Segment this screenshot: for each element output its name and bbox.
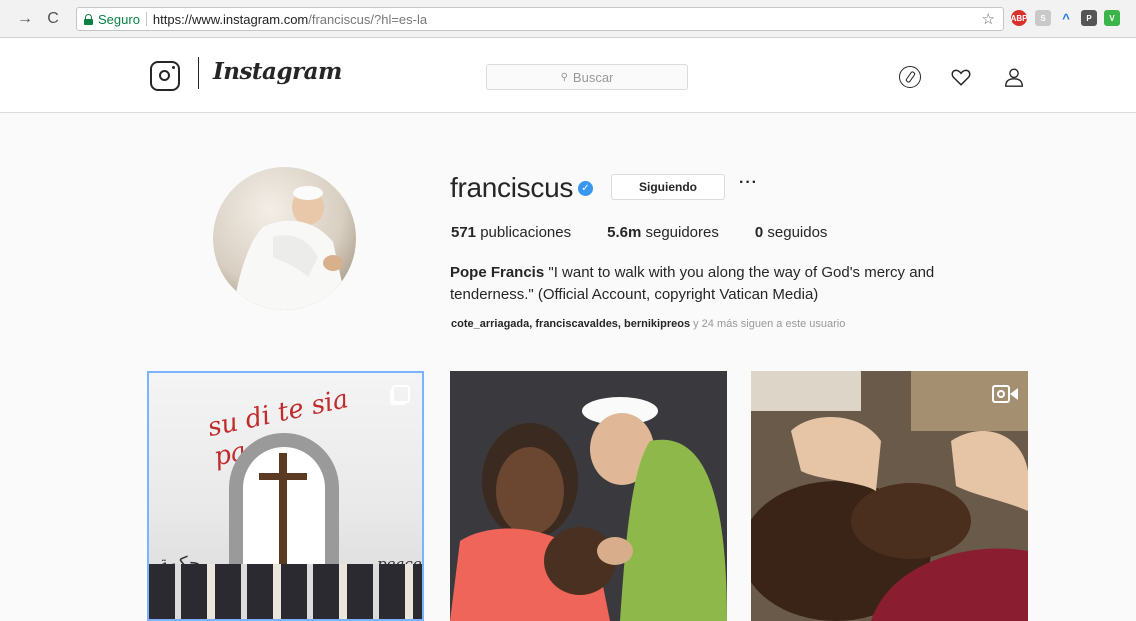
posts-count: 571 (451, 224, 477, 241)
search-placeholder: Buscar (572, 69, 614, 85)
post-thumbnail-1[interactable]: su di te sia pace حكمة peace : (147, 371, 424, 621)
followed-by-line: cote_arriagada, franciscavaldes, berniki… (451, 318, 845, 330)
post-3-photo (751, 371, 1028, 621)
posts-stat: 571 publicaciones (451, 224, 571, 241)
following-stat[interactable]: 0 seguidos (755, 224, 828, 241)
instagram-logo-icon[interactable] (150, 61, 180, 91)
lock-icon (84, 13, 93, 25)
search-input[interactable]: ⚲ Buscar (486, 64, 688, 90)
instagram-wordmark[interactable]: Instagram (213, 58, 342, 85)
address-bar[interactable]: Seguro https://www.instagram.com /franci… (76, 7, 1004, 31)
post-thumbnail-2[interactable] (450, 371, 727, 621)
followers-label: seguidores (645, 224, 719, 241)
reload-icon[interactable]: C (42, 8, 64, 30)
extension-icon-2[interactable]: S (1035, 10, 1051, 26)
followed-by-suffix: y 24 más siguen a este usuario (690, 318, 846, 330)
extension-icon-5[interactable]: V (1104, 10, 1120, 26)
logo-divider (198, 57, 199, 89)
profile-avatar[interactable] (213, 167, 356, 310)
secure-label: Seguro (98, 11, 140, 27)
profile-stats: 571 publicaciones 5.6m seguidores 0 segu… (451, 224, 827, 241)
adblock-extension-icon[interactable]: ABP (1011, 10, 1027, 26)
more-options-button[interactable]: ··· (739, 174, 758, 192)
profile-person-icon[interactable] (1003, 66, 1025, 88)
carousel-icon (392, 385, 410, 403)
address-separator (145, 12, 147, 26)
posts-label: publicaciones (480, 224, 572, 241)
crucifix-shape (279, 453, 287, 573)
url-path: /franciscus/?hl=es-la (308, 11, 428, 27)
following-count: 0 (754, 224, 764, 241)
search-icon: ⚲ (560, 71, 568, 83)
crucifix-bar (259, 473, 307, 480)
extension-icon-3[interactable]: ^ (1058, 10, 1074, 26)
followers-stat[interactable]: 5.6m seguidores (607, 224, 719, 241)
verified-badge-icon: ✓ (578, 181, 593, 196)
activity-heart-icon[interactable] (950, 66, 972, 88)
video-icon (992, 385, 1018, 403)
browser-toolbar: → C Seguro https://www.instagram.com /fr… (0, 0, 1136, 38)
post-thumbnail-3[interactable] (751, 371, 1028, 621)
instagram-header: Instagram ⚲ Buscar (0, 38, 1136, 113)
profile-bio: Pope Francis "I want to walk with you al… (450, 262, 970, 306)
avatar-photo (233, 186, 348, 310)
bookmark-star-icon[interactable]: ☆ (982, 10, 995, 28)
clergy-group (149, 564, 422, 619)
explore-compass-icon[interactable] (899, 66, 921, 88)
back-arrow-icon[interactable]: → (14, 8, 36, 30)
post-2-photo (450, 371, 727, 621)
following-button[interactable]: Siguiendo (611, 174, 725, 200)
followers-count: 5.6m (607, 224, 642, 241)
bio-name: Pope Francis (450, 264, 545, 281)
following-label: seguidos (767, 224, 828, 241)
profile-username: franciscus (450, 172, 574, 203)
followed-by-names[interactable]: cote_arriagada, franciscavaldes, berniki… (451, 318, 690, 330)
extension-icon-4[interactable]: P (1081, 10, 1097, 26)
url-host: https://www.instagram.com (152, 11, 309, 27)
